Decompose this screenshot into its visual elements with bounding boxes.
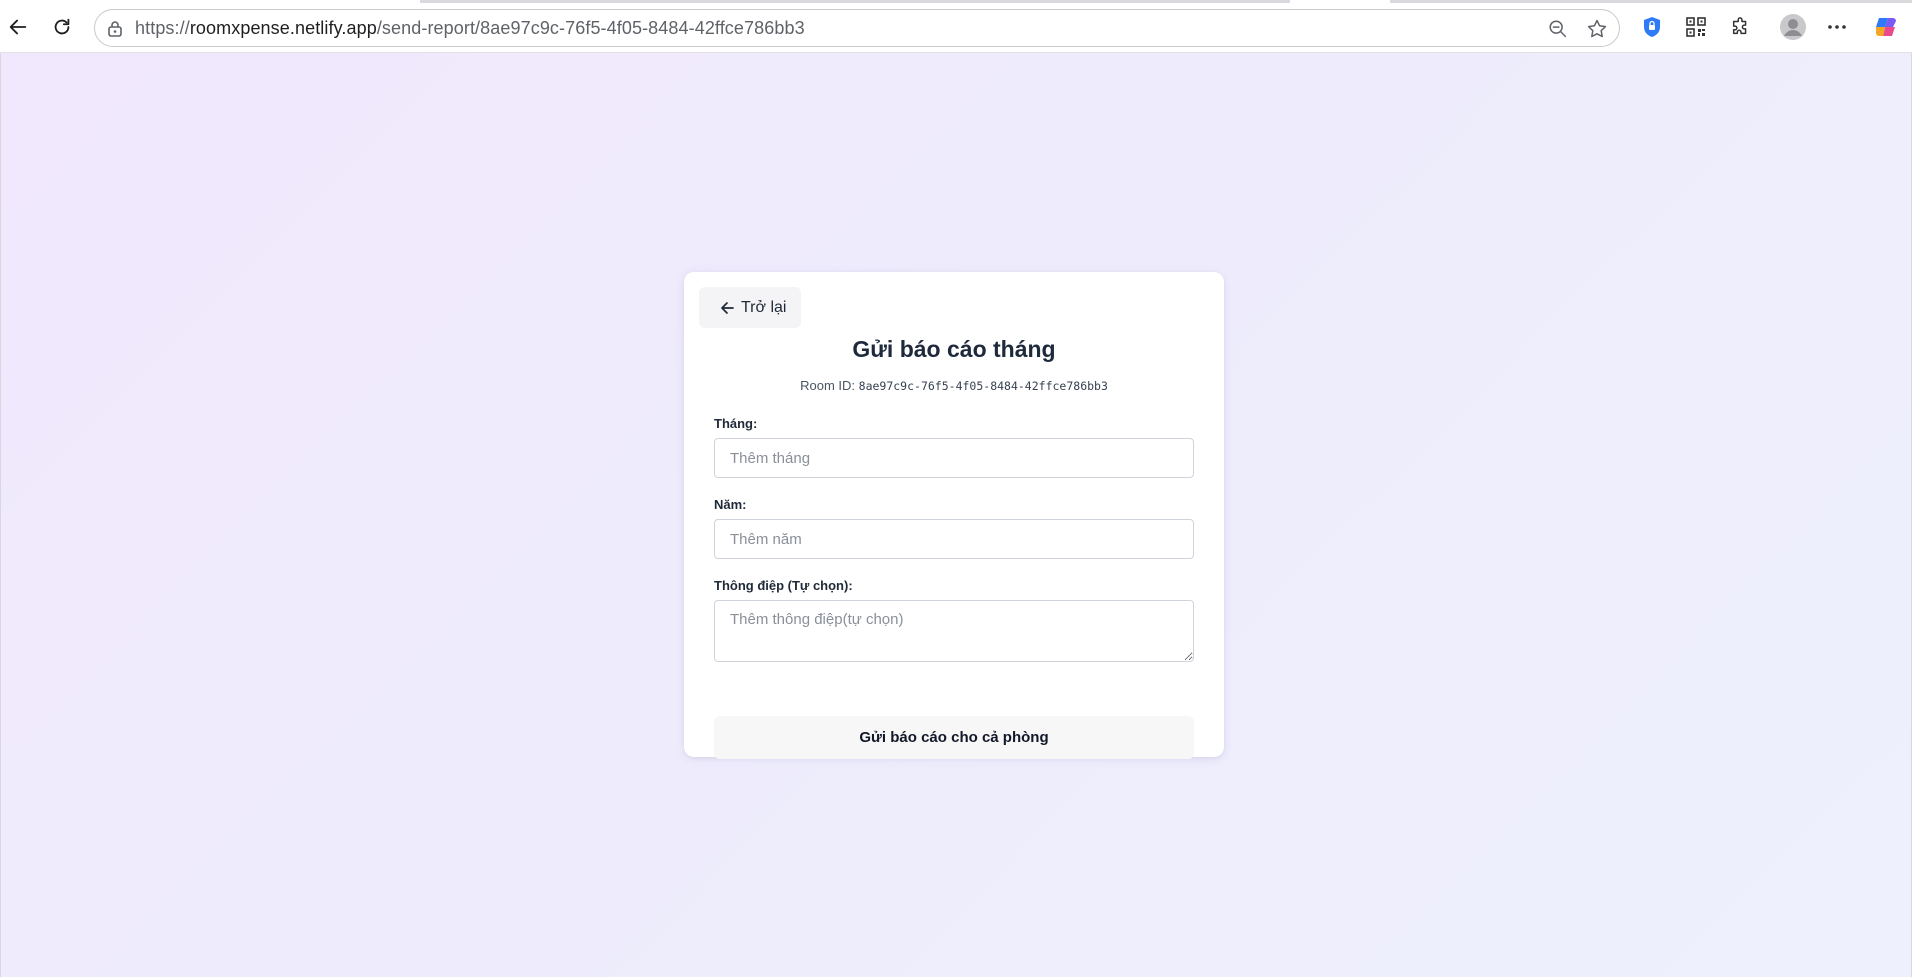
browser-toolbar: https://roomxpense.netlify.app/send-repo… — [0, 0, 1912, 52]
page-title: Gửi báo cáo tháng — [852, 336, 1056, 362]
profile-icon[interactable] — [1778, 12, 1808, 42]
star-icon[interactable] — [1585, 17, 1609, 41]
arrow-left-icon — [721, 301, 734, 314]
shield-icon[interactable] — [1638, 13, 1666, 41]
report-card: Trở lại Gửi báo cáo tháng Room ID: 8ae97… — [684, 272, 1224, 759]
year-input[interactable] — [714, 519, 1194, 559]
room-id-line: Room ID: 8ae97c9c-76f5-4f05-8484-42ffce7… — [684, 378, 1224, 393]
url-scheme: https:// — [135, 18, 190, 38]
room-id-value: 8ae97c9c-76f5-4f05-8484-42ffce786bb3 — [858, 379, 1108, 393]
zoom-out-icon[interactable] — [1547, 18, 1569, 40]
url-path: /send-report/8ae97c9c-76f5-4f05-8484-42f… — [376, 18, 805, 38]
extensions-icon[interactable] — [1727, 13, 1755, 41]
copilot-icon[interactable] — [1872, 13, 1900, 41]
back-arrow-icon[interactable] — [0, 9, 36, 45]
lock-icon[interactable] — [105, 19, 125, 39]
more-icon[interactable] — [1823, 13, 1851, 41]
qr-code-icon[interactable] — [1682, 13, 1710, 41]
reload-icon[interactable] — [44, 9, 80, 45]
tab-strip-edge — [0, 0, 1912, 3]
back-button[interactable]: Trở lại — [699, 287, 801, 328]
send-report-button[interactable]: Gửi báo cáo cho cả phòng — [714, 716, 1194, 759]
month-input[interactable] — [714, 438, 1194, 478]
room-id-label: Room ID: — [800, 378, 856, 393]
month-label: Tháng: — [714, 416, 758, 431]
page-background: Trở lại Gửi báo cáo tháng Room ID: 8ae97… — [0, 53, 1912, 977]
url-text[interactable]: https://roomxpense.netlify.app/send-repo… — [135, 10, 805, 46]
message-label: Thông điệp (Tự chọn): — [714, 578, 853, 593]
year-label: Năm: — [714, 497, 747, 512]
address-bar[interactable]: https://roomxpense.netlify.app/send-repo… — [94, 9, 1620, 47]
url-host: roomxpense.netlify.app — [189, 18, 377, 38]
message-textarea[interactable] — [714, 600, 1194, 662]
back-button-label: Trở lại — [741, 298, 787, 316]
